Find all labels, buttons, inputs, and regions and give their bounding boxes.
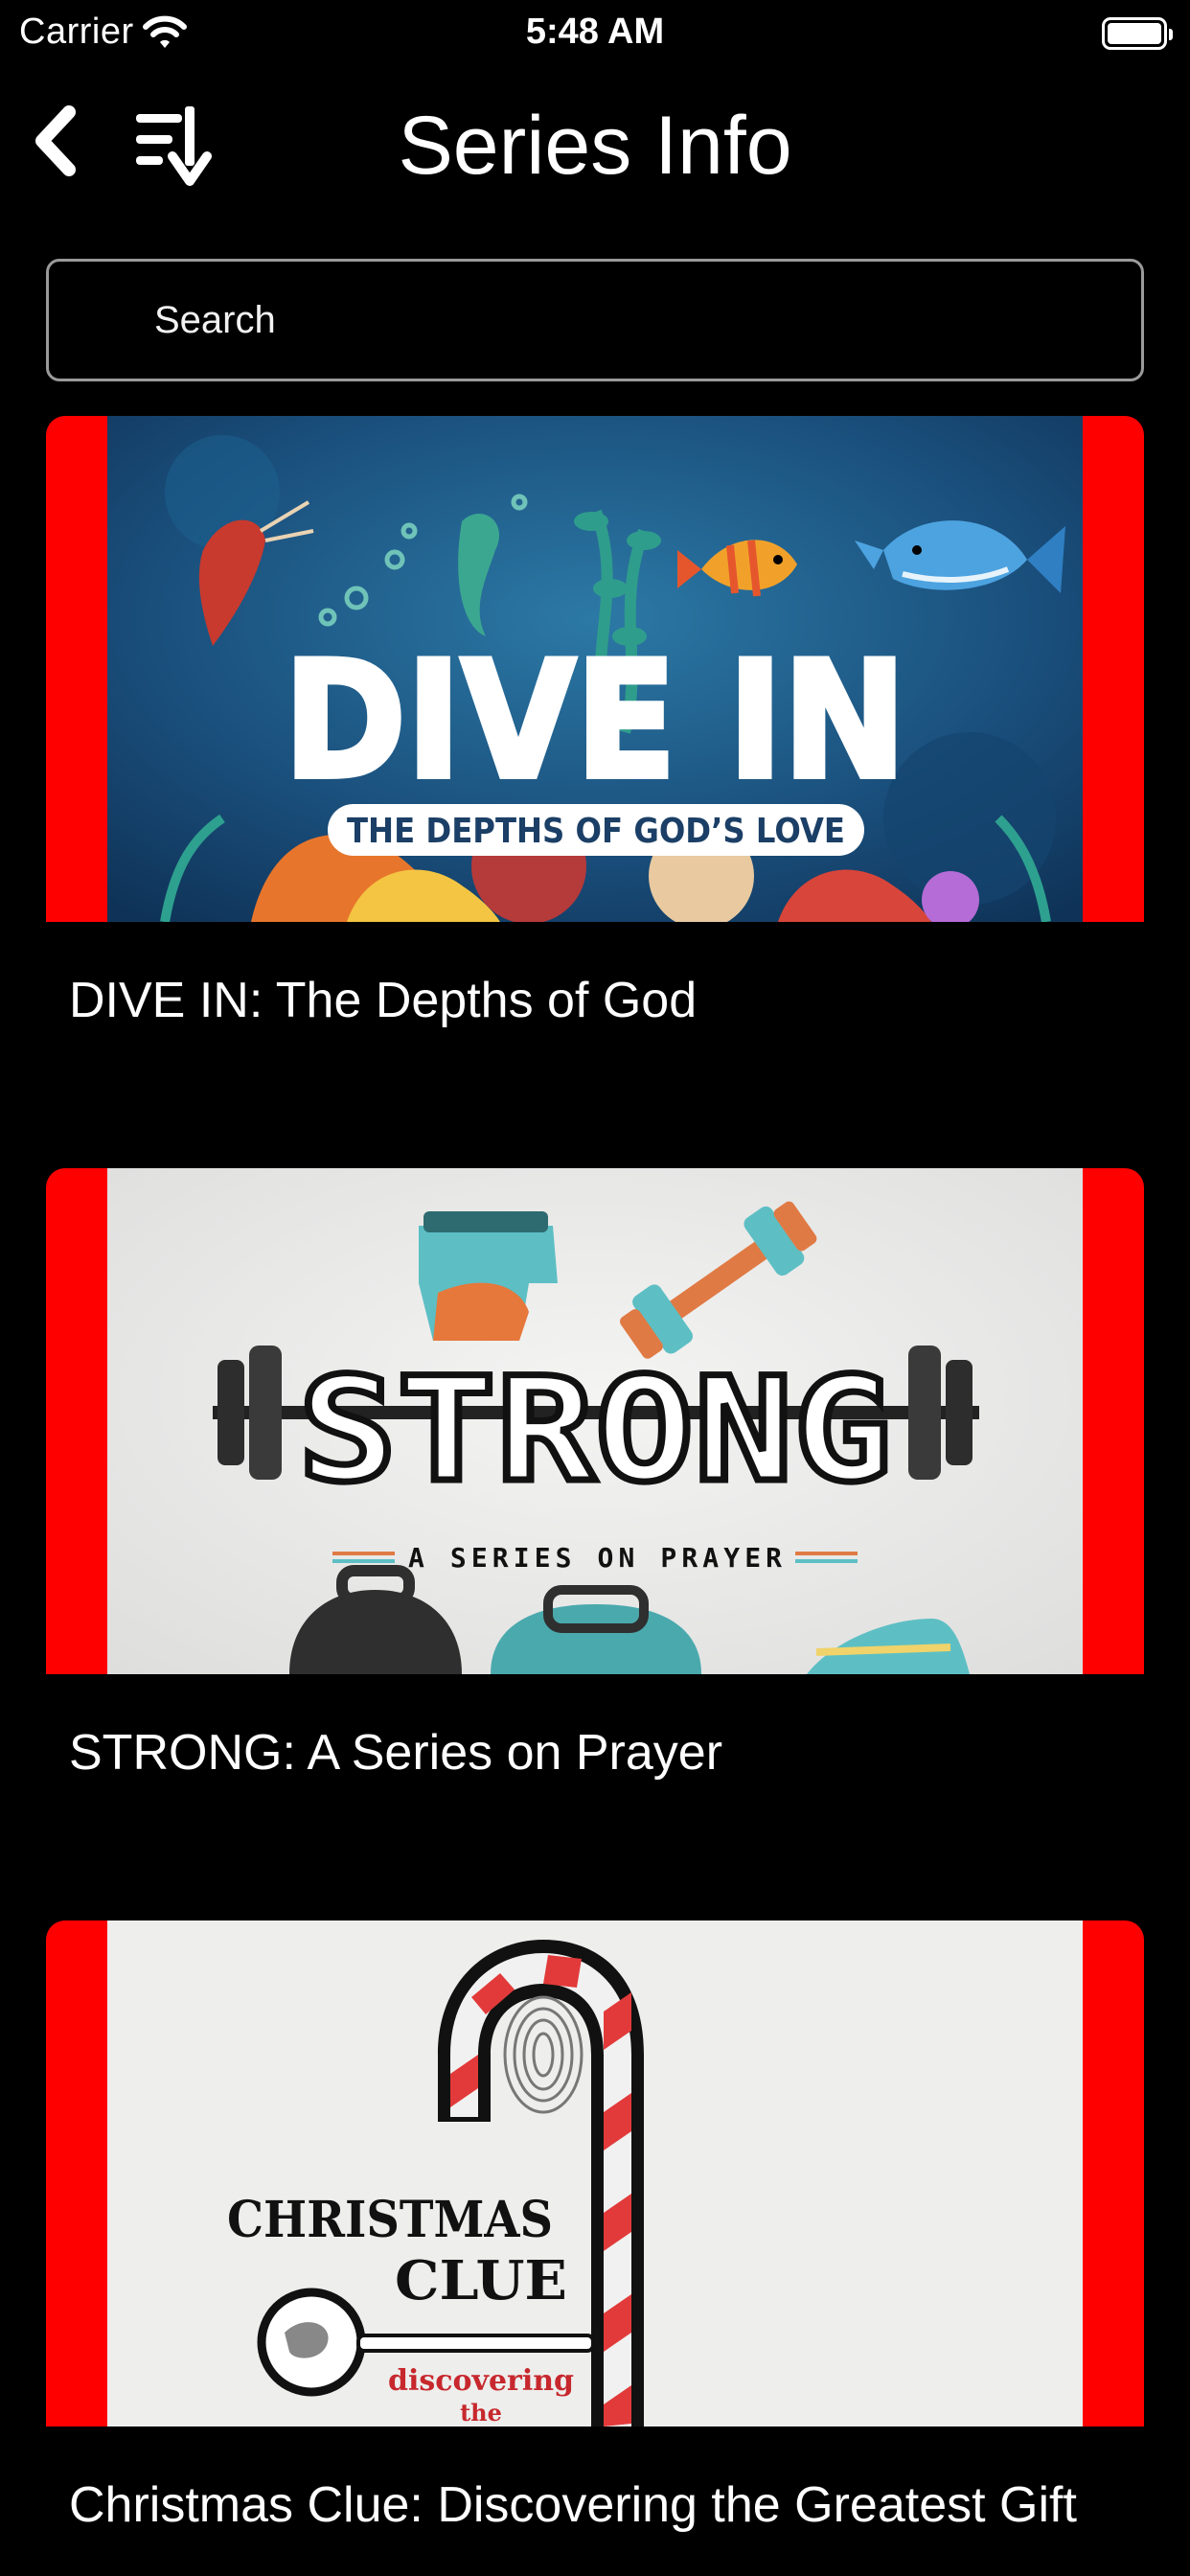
art-heading-2: CLUE <box>395 2249 567 2312</box>
art-heading: CHRISTMAS <box>227 2191 553 2249</box>
series-title: DIVE IN: The Depths of God <box>69 973 698 1028</box>
battery-icon <box>1102 17 1173 50</box>
art-subtitle: THE DEPTHS OF GOD’S LOVE <box>347 812 845 851</box>
navigation-bar: Series Info <box>0 72 1190 225</box>
series-banner: CHRISTMAS CLUE discovering the <box>46 1920 1144 2426</box>
strong-artwork: STRONG A SERIES ON PRAYER <box>107 1168 1083 1674</box>
art-heading: STRONG <box>298 1347 892 1514</box>
page-title: Series Info <box>398 100 792 192</box>
series-banner: DIVE IN THE DEPTHS OF GOD’S LOVE <box>46 416 1144 922</box>
art-subtitle: discovering <box>388 2364 574 2398</box>
dive-in-artwork: DIVE IN THE DEPTHS OF GOD’S LOVE <box>107 416 1083 922</box>
series-card[interactable]: STRONG A SERIES ON PRAYER STRONG: A Seri… <box>46 1168 1144 1839</box>
status-time: 5:48 AM <box>525 12 665 52</box>
search-input[interactable] <box>154 262 1112 379</box>
series-banner: STRONG A SERIES ON PRAYER <box>46 1168 1144 1674</box>
series-title: Christmas Clue: Discovering the Greatest… <box>69 2477 1077 2533</box>
series-card[interactable]: CHRISTMAS CLUE discovering the Christmas… <box>46 1920 1144 2576</box>
series-card[interactable]: DIVE IN THE DEPTHS OF GOD’S LOVE DIVE IN… <box>46 416 1144 1087</box>
art-heading: DIVE IN <box>284 627 906 815</box>
christmas-clue-artwork: CHRISTMAS CLUE discovering the <box>107 1920 1083 2426</box>
series-title: STRONG: A Series on Prayer <box>69 1725 723 1781</box>
status-bar: Carrier 5:48 AM <box>0 0 1190 72</box>
art-subtitle-2: the <box>460 2399 502 2426</box>
search-bar[interactable] <box>46 259 1144 381</box>
